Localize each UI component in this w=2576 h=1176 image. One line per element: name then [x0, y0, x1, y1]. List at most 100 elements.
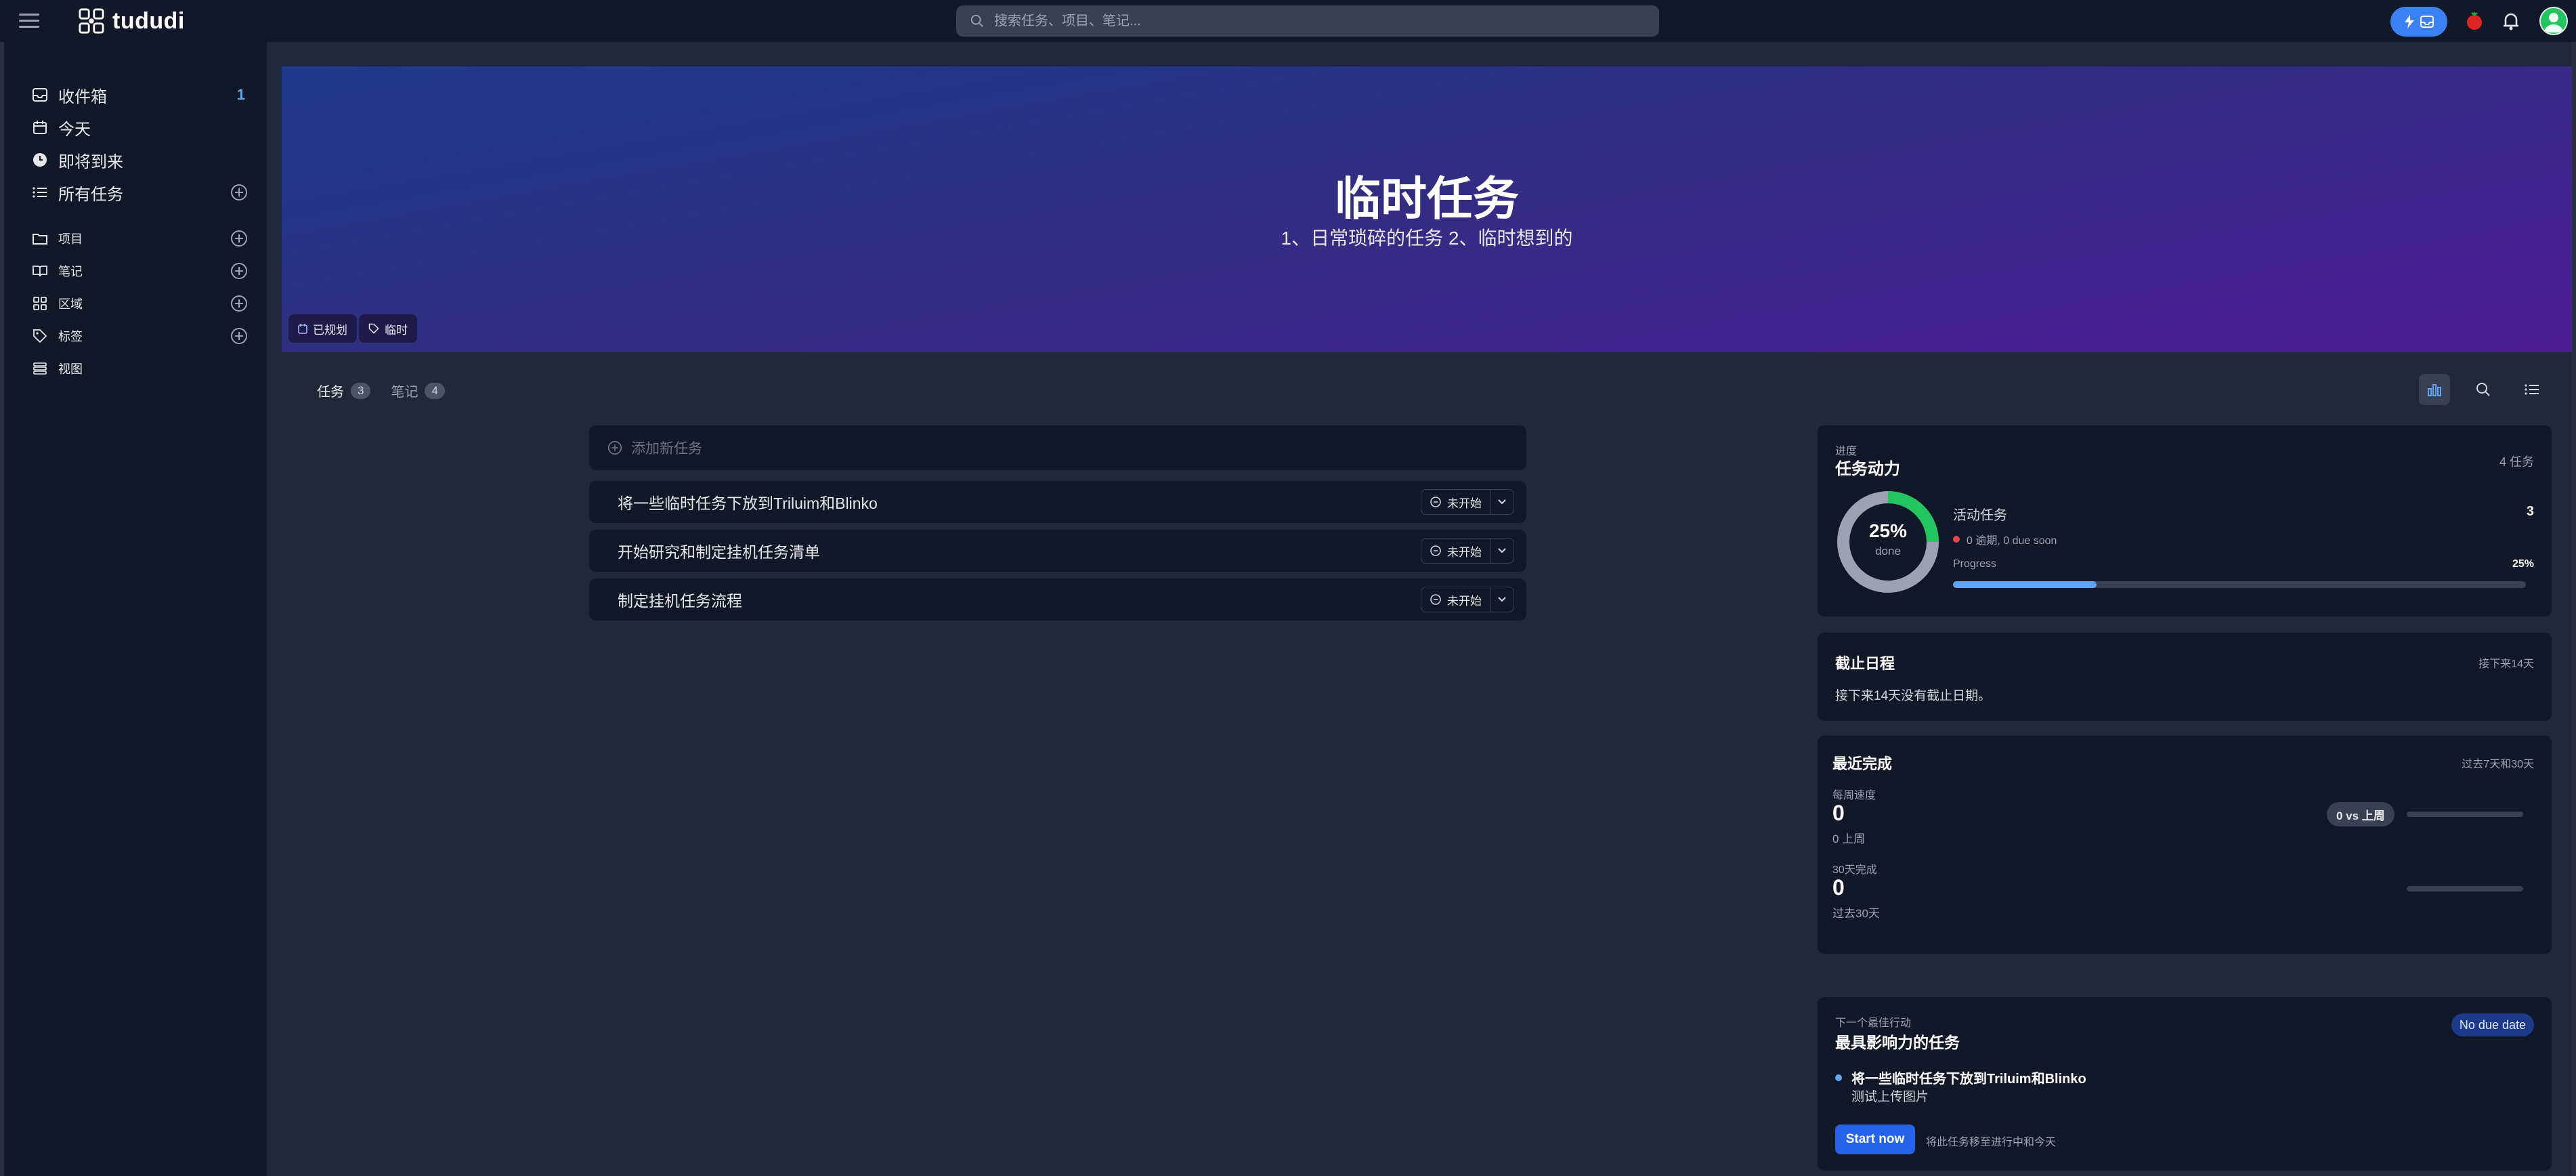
status-badge[interactable]: 已规划 — [288, 314, 357, 343]
sidebar-item-label: 今天 — [58, 120, 91, 139]
top-bar: tududi — [0, 0, 2576, 42]
sidebar: 收件箱 1 今天 即将到来 所有任务 项目 笔记 区域 标签 视图 — [0, 42, 267, 1176]
active-tasks-label: 活动任务 — [1953, 508, 2007, 523]
tag-badge[interactable]: 临时 — [359, 314, 417, 343]
next-task-item[interactable]: 将一些临时任务下放到Triluim和Blinko — [1835, 1068, 2086, 1087]
logo-icon — [79, 8, 104, 34]
overdue-text: 0 逾期, 0 due soon — [1967, 535, 2057, 547]
task-status-dropdown[interactable]: 未开始 — [1421, 538, 1514, 564]
not-started-icon — [1430, 545, 1441, 556]
not-started-icon — [1430, 497, 1441, 507]
sidebar-item-areas[interactable]: 区域 — [31, 290, 251, 317]
not-started-icon — [1430, 594, 1441, 605]
task-status-label: 未开始 — [1447, 545, 1482, 559]
metrics-toggle-button[interactable] — [2419, 374, 2450, 405]
start-now-button[interactable]: Start now — [1835, 1125, 1915, 1154]
task-title: 制定挂机任务流程 — [618, 592, 742, 610]
task-status-label: 未开始 — [1447, 594, 1482, 608]
project-banner: 临时任务 1、日常琐碎的任务 2、临时想到的 已规划 临时 — [282, 66, 2572, 352]
tab-notes[interactable]: 笔记 4 — [391, 381, 445, 400]
donut-label: 25% done — [1835, 520, 1941, 558]
tab-tasks[interactable]: 任务 3 — [317, 381, 371, 400]
inbox-icon — [31, 86, 49, 104]
add-icon[interactable] — [230, 230, 248, 247]
search-tasks-button[interactable] — [2468, 374, 2499, 405]
monthly-sub: 过去30天 — [1832, 907, 1880, 920]
calendar-icon — [31, 119, 49, 136]
search-icon — [970, 14, 983, 27]
monthly-bar — [2407, 886, 2523, 891]
add-icon[interactable] — [230, 295, 248, 312]
next-task-note: 测试上传图片 — [1851, 1090, 1929, 1104]
progress-label: Progress — [1953, 558, 1997, 570]
sidebar-item-label: 即将到来 — [58, 152, 123, 171]
weekly-compare-badge: 0 vs 上周 — [2327, 802, 2395, 826]
next-task-title: 将一些临时任务下放到Triluim和Blinko — [1851, 1072, 2086, 1087]
status-badge-label: 已规划 — [313, 323, 347, 337]
weekly-value: 0 — [1832, 801, 1845, 825]
sidebar-item-projects[interactable]: 项目 — [31, 225, 251, 252]
add-icon[interactable] — [230, 327, 248, 345]
sidebar-item-views[interactable]: 视图 — [31, 355, 251, 382]
sidebar-item-today[interactable]: 今天 — [31, 114, 251, 141]
page-subtitle: 1、日常琐碎的任务 2、临时想到的 — [1281, 228, 1573, 249]
sidebar-item-label: 所有任务 — [58, 185, 123, 204]
add-icon[interactable] — [230, 262, 248, 280]
list-icon — [2525, 384, 2539, 395]
add-icon[interactable] — [230, 184, 248, 201]
percent-label: 25% — [1868, 520, 1908, 541]
book-icon — [31, 262, 49, 280]
bell-icon[interactable] — [2502, 11, 2520, 31]
due-schedule-card: 截止日程 接下来14天 接下来14天没有截止日期。 — [1818, 633, 2552, 721]
task-total: 4 任务 — [2499, 455, 2534, 469]
task-status-label: 未开始 — [1447, 497, 1482, 510]
sidebar-item-label: 笔记 — [58, 265, 83, 278]
tab-count: 3 — [351, 382, 371, 399]
recently-completed-card: 最近完成 过去7天和30天 每周速度 0 0 上周 0 vs 上周 30天完成 … — [1818, 736, 2552, 954]
search-bar[interactable] — [956, 5, 1659, 37]
bullet-dot — [1835, 1074, 1842, 1081]
card-caption: 下一个最佳行动 — [1835, 1017, 1912, 1029]
app-logo[interactable]: tududi — [79, 7, 185, 35]
task-status-dropdown[interactable]: 未开始 — [1421, 489, 1514, 515]
sidebar-item-all-tasks[interactable]: 所有任务 — [31, 179, 251, 206]
menu-icon[interactable] — [19, 14, 39, 28]
sidebar-item-tags[interactable]: 标签 — [31, 322, 251, 350]
tag-badge-label: 临时 — [385, 323, 408, 337]
sort-button[interactable] — [2516, 374, 2548, 405]
view-toolbar — [2419, 374, 2548, 405]
sidebar-item-inbox[interactable]: 收件箱 1 — [31, 81, 251, 108]
add-task-input[interactable]: 添加新任务 — [589, 425, 1526, 470]
pomodoro-icon[interactable] — [2465, 11, 2484, 31]
task-status-dropdown[interactable]: 未开始 — [1421, 587, 1514, 612]
user-icon — [2544, 13, 2563, 33]
due-date-badge: No due date — [2451, 1013, 2534, 1036]
avatar[interactable] — [2539, 7, 2568, 35]
quick-capture-button[interactable] — [2390, 7, 2447, 37]
task-row[interactable]: 将一些临时任务下放到Triluim和Blinko 未开始 — [589, 481, 1526, 523]
tab-label: 笔记 — [391, 385, 418, 400]
chevron-down-icon — [1498, 499, 1506, 505]
weekly-label: 每周速度 — [1832, 790, 1876, 801]
sidebar-item-label: 视图 — [58, 362, 83, 376]
inbox-count: 1 — [236, 86, 245, 103]
progress-bar-fill — [1953, 581, 2097, 588]
sidebar-item-notes[interactable]: 笔记 — [31, 257, 251, 285]
task-title: 开始研究和制定挂机任务清单 — [618, 543, 820, 561]
tab-label: 任务 — [317, 385, 344, 400]
tag-icon — [31, 327, 49, 345]
grid-icon — [31, 295, 49, 312]
sidebar-item-upcoming[interactable]: 即将到来 — [31, 146, 251, 173]
sidebar-item-label: 标签 — [58, 330, 83, 343]
bar-chart-icon — [2428, 384, 2441, 396]
task-row[interactable]: 开始研究和制定挂机任务清单 未开始 — [589, 530, 1526, 572]
search-input[interactable] — [994, 13, 1604, 29]
plus-circle-icon — [607, 440, 622, 455]
task-row[interactable]: 制定挂机任务流程 未开始 — [589, 579, 1526, 621]
list-icon — [31, 184, 49, 201]
tab-count: 4 — [425, 382, 445, 399]
card-title: 最近完成 — [1832, 755, 1893, 772]
card-title: 任务动力 — [1835, 460, 1900, 478]
overdue-dot — [1953, 536, 1960, 543]
inbox-icon — [2420, 16, 2434, 28]
